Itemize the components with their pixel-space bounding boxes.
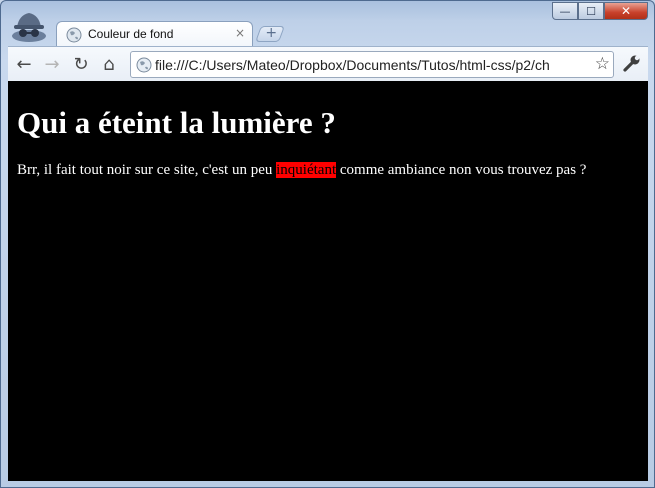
page-heading: Qui a éteint la lumière ? [17,105,336,140]
plus-icon: + [265,25,278,41]
wrench-icon[interactable] [620,53,642,75]
close-window-button[interactable]: ✕ [604,2,648,20]
tab-title: Couleur de fond [88,27,174,41]
page-viewport: Qui a éteint la lumière ? Brr, il fait t… [8,81,648,481]
paragraph-text-end: comme ambiance non vous trouvez pas ? [336,162,587,178]
tab-couleur-de-fond[interactable]: Couleur de fond × [56,21,253,47]
globe-icon [66,27,82,43]
url-text[interactable]: file:///C:/Users/Mateo/Dropbox/Documents… [155,57,587,73]
page-globe-icon [136,57,152,73]
minimize-button[interactable]: — [552,2,578,20]
page-paragraph: Brr, il fait tout noir sur ce site, c'es… [17,162,586,179]
maximize-button[interactable]: ☐ [578,2,604,20]
browser-window: Couleur de fond × + — ☐ ✕ ← → ↻ ⌂ file:/… [0,0,655,488]
home-button[interactable]: ⌂ [98,53,120,75]
paragraph-text-start: Brr, il fait tout noir sur ce site, c'es… [17,162,277,178]
new-tab-button[interactable]: + [255,25,285,42]
incognito-icon [12,13,46,42]
back-button[interactable]: ← [13,53,35,75]
window-controls: — ☐ ✕ [552,2,648,20]
address-bar[interactable]: file:///C:/Users/Mateo/Dropbox/Documents… [130,51,614,78]
tab-close-icon[interactable]: × [235,26,245,40]
bookmark-star-icon[interactable]: ☆ [595,54,610,74]
reload-button[interactable]: ↻ [70,53,92,75]
highlighted-word: inquiétant [276,162,337,178]
forward-button[interactable]: → [41,53,63,75]
browser-toolbar: ← → ↻ ⌂ file:///C:/Users/Mateo/Dropbox/D… [8,46,648,82]
